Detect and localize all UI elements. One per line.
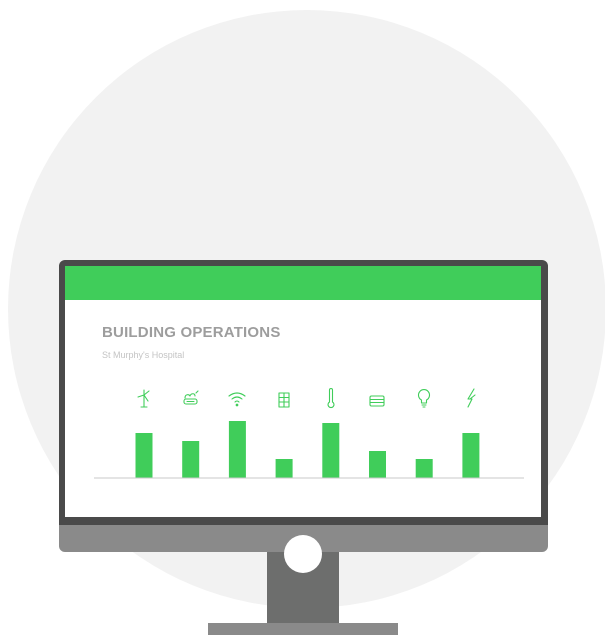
dashboard-header-bar xyxy=(65,266,541,300)
dashboard-subtitle: St Murphy's Hospital xyxy=(102,350,185,360)
monitor-stand-notch xyxy=(284,535,322,573)
bar-building xyxy=(275,459,293,478)
ventilation-icon xyxy=(183,390,199,405)
wifi-icon xyxy=(228,392,246,407)
bar-ventilation xyxy=(182,441,200,478)
bar-wind-turbine xyxy=(135,433,153,478)
bar-wifi xyxy=(228,421,246,478)
bar-thermometer xyxy=(322,423,340,478)
monitor-stand-base xyxy=(208,623,398,635)
radiator-icon xyxy=(369,395,385,407)
thermometer-icon xyxy=(327,388,335,409)
bar-lightbulb xyxy=(415,459,433,478)
building-icon xyxy=(278,392,290,408)
dashboard-title: BUILDING OPERATIONS xyxy=(102,324,281,341)
wind-turbine-icon xyxy=(137,389,150,408)
power-icon xyxy=(467,388,476,408)
lightbulb-icon xyxy=(417,389,431,408)
building-operations-chart xyxy=(94,388,524,479)
monitor-screen: BUILDING OPERATIONS St Murphy's Hospital xyxy=(65,266,541,517)
bar-power xyxy=(462,433,480,478)
bar-radiator xyxy=(369,451,386,478)
